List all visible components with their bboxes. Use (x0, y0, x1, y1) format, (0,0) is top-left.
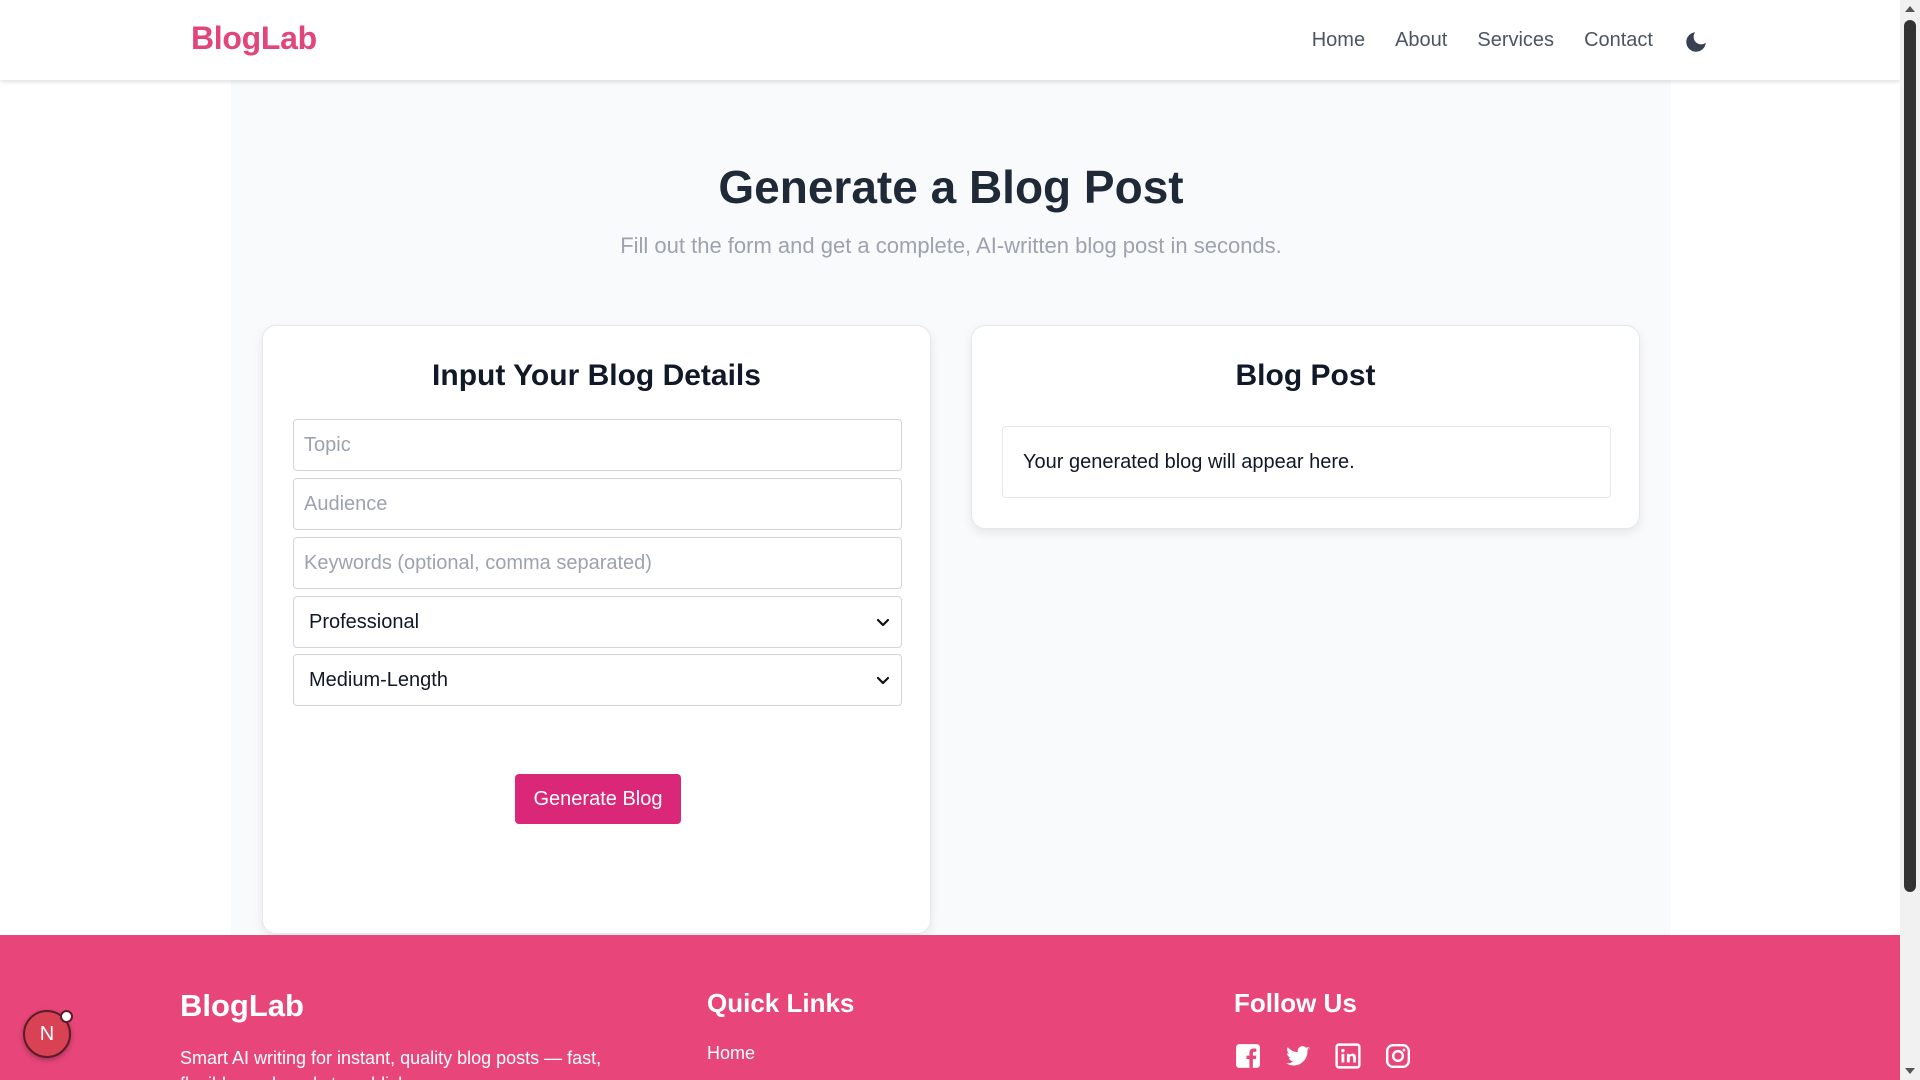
moon-icon[interactable] (1683, 29, 1709, 55)
length-select-value: Medium-Length (309, 668, 448, 691)
linkedin-icon[interactable] (1335, 1043, 1361, 1069)
scrollbar-thumb[interactable] (1904, 20, 1916, 892)
site-footer: BlogLab Smart AI writing for instant, qu… (0, 935, 1900, 1080)
next-dev-badge[interactable]: N (23, 1010, 73, 1058)
top-navbar: BlogLab Home About Services Contact (0, 0, 1900, 80)
page-title: Generate a Blog Post (718, 161, 1184, 213)
footer-description: Smart AI writing for instant, quality bl… (180, 1048, 602, 1080)
main-content: Generate a Blog Post Fill out the form a… (231, 80, 1671, 935)
form-title: Input Your Blog Details (432, 359, 761, 392)
nav-link-services[interactable]: Services (1477, 29, 1554, 52)
keywords-input[interactable] (293, 537, 902, 589)
brand-logo[interactable]: BlogLab (191, 20, 317, 57)
tone-select[interactable]: Professional (293, 596, 902, 648)
scroll-up-arrow-icon[interactable] (1900, 0, 1920, 18)
output-placeholder-text: Your generated blog will appear here. (1023, 450, 1355, 473)
badge-letter: N (39, 1022, 55, 1045)
chevron-down-icon (876, 676, 890, 685)
instagram-icon[interactable] (1385, 1043, 1411, 1069)
nav-links: Home About Services Contact (1312, 0, 1653, 80)
chevron-down-icon (876, 618, 890, 627)
generate-blog-button[interactable]: Generate Blog (515, 774, 681, 824)
audience-input[interactable] (293, 478, 902, 530)
facebook-icon[interactable] (1235, 1043, 1261, 1069)
blog-details-form-card: Input Your Blog Details Professional Med… (262, 325, 931, 934)
blog-output-card: Blog Post Your generated blog will appea… (971, 325, 1640, 529)
topic-input[interactable] (293, 419, 902, 471)
page-scrollbar[interactable] (1900, 0, 1920, 1080)
footer-link-home[interactable]: Home (707, 1043, 755, 1064)
scroll-down-arrow-icon[interactable] (1900, 1062, 1920, 1080)
quick-links-title: Quick Links (707, 988, 855, 1018)
footer-brand: BlogLab (180, 988, 304, 1023)
nav-link-contact[interactable]: Contact (1584, 29, 1653, 52)
follow-us-title: Follow Us (1234, 988, 1357, 1018)
tone-select-value: Professional (309, 610, 420, 633)
twitter-icon[interactable] (1285, 1043, 1311, 1069)
nav-link-home[interactable]: Home (1312, 29, 1365, 52)
badge-indicator-dot (60, 1010, 73, 1023)
output-title: Blog Post (1235, 359, 1376, 392)
nav-link-about[interactable]: About (1395, 29, 1447, 52)
page-subtitle: Fill out the form and get a complete, AI… (620, 233, 1282, 258)
blog-output-area: Your generated blog will appear here. (1002, 426, 1611, 498)
length-select[interactable]: Medium-Length (293, 654, 902, 706)
